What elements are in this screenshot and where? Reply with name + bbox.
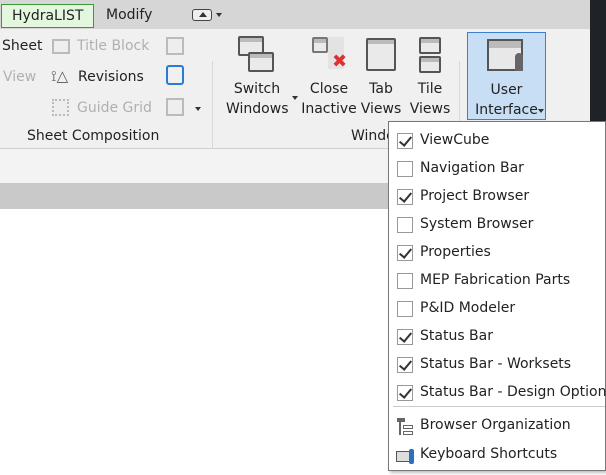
- chevron-down-icon[interactable]: [292, 96, 298, 100]
- chevron-down-icon[interactable]: [538, 109, 544, 113]
- menu-item-label: System Browser: [420, 216, 534, 232]
- user-interface-button[interactable]: User Interface: [467, 32, 546, 120]
- tab-views-button[interactable]: Tab Views: [360, 79, 402, 119]
- close-inactive-button[interactable]: Close Inactive: [300, 79, 358, 119]
- menu-separator: [393, 406, 605, 407]
- menu-item-label: Status Bar - Design Options: [420, 384, 606, 400]
- menu-item-status-bar-design-options[interactable]: Status Bar - Design Options: [389, 379, 606, 407]
- close-inactive-label-1: Close: [309, 81, 349, 97]
- title-block-button[interactable]: Title Block: [77, 38, 149, 54]
- minimize-ribbon-icon[interactable]: [192, 9, 212, 21]
- keyboard-shortcuts-icon: [395, 445, 415, 465]
- menu-item-browser-organization[interactable]: Browser Organization: [389, 412, 606, 440]
- checkbox[interactable]: [397, 273, 413, 289]
- menu-item-label: Navigation Bar: [420, 160, 524, 176]
- guide-grid-icon: [52, 99, 69, 116]
- checkbox[interactable]: [397, 357, 413, 373]
- checkbox[interactable]: [397, 217, 413, 233]
- revisions-icon: ⟟△: [51, 67, 69, 85]
- menu-item-status-bar[interactable]: Status Bar: [389, 323, 606, 351]
- view-reference-icon[interactable]: [166, 65, 184, 85]
- close-inactive-icon: ✖: [312, 37, 348, 73]
- menu-item-label: Status Bar - Worksets: [420, 356, 572, 372]
- menu-item-system-browser[interactable]: System Browser: [389, 211, 606, 239]
- menu-item-label: Keyboard Shortcuts: [420, 446, 558, 462]
- menu-item-label: Browser Organization: [420, 417, 571, 433]
- menu-item-label: Project Browser: [420, 188, 530, 204]
- menu-item-label: Status Bar: [420, 328, 494, 344]
- checkbox[interactable]: [397, 161, 413, 177]
- menu-item-viewcube[interactable]: ViewCube: [389, 127, 606, 155]
- menu-item-project-browser[interactable]: Project Browser: [389, 183, 606, 211]
- switch-windows-icon: [232, 33, 282, 73]
- menu-item-label: Properties: [420, 244, 491, 260]
- menu-item-mep-fabrication-parts[interactable]: MEP Fabrication Parts: [389, 267, 606, 295]
- switch-windows-label-1: Switch: [233, 81, 281, 97]
- revisions-button[interactable]: Revisions: [78, 69, 144, 85]
- checkbox[interactable]: [397, 133, 413, 149]
- tile-views-label-1: Tile: [417, 81, 443, 97]
- tile-views-icon: [419, 37, 441, 73]
- tab-hydralist[interactable]: HydraLIST: [1, 4, 95, 28]
- menu-item-status-bar-worksets[interactable]: Status Bar - Worksets: [389, 351, 606, 379]
- menu-item-label: MEP Fabrication Parts: [420, 272, 571, 288]
- tab-views-label-1: Tab: [369, 81, 393, 97]
- chevron-down-icon[interactable]: [195, 107, 201, 111]
- viewport-icon: [166, 98, 184, 116]
- switch-windows-label-2: Windows: [226, 101, 289, 117]
- user-interface-label-2: Interface: [475, 102, 538, 118]
- user-interface-label-1: User: [490, 82, 523, 98]
- menu-item-label: ViewCube: [420, 132, 490, 148]
- user-interface-icon: [487, 39, 523, 71]
- browser-organization-icon: [395, 416, 415, 436]
- menu-item-navigation-bar[interactable]: Navigation Bar: [389, 155, 606, 183]
- matchline-icon: [166, 37, 184, 55]
- switch-windows-button[interactable]: Switch Windows: [226, 79, 289, 119]
- menu-item-properties[interactable]: Properties: [389, 239, 606, 267]
- user-interface-dropdown-menu: ViewCube Navigation Bar Project Browser Sys…: [388, 121, 606, 471]
- sheet-button[interactable]: Sheet: [2, 38, 42, 54]
- checkbox[interactable]: [397, 189, 413, 205]
- checkbox[interactable]: [397, 245, 413, 261]
- view-button[interactable]: View: [3, 69, 36, 85]
- chevron-down-icon[interactable]: [216, 13, 222, 17]
- panel-title-sheet-composition: Sheet Composition: [27, 128, 160, 144]
- title-block-icon: [52, 39, 70, 54]
- checkbox[interactable]: [397, 385, 413, 401]
- tile-views-label-2: Views: [409, 101, 451, 117]
- menu-item-label: P&ID Modeler: [420, 300, 516, 316]
- guide-grid-button[interactable]: Guide Grid: [77, 100, 152, 116]
- checkbox[interactable]: [397, 301, 413, 317]
- menu-item-keyboard-shortcuts[interactable]: Keyboard Shortcuts: [389, 441, 606, 469]
- menu-item-p-id-modeler[interactable]: P&ID Modeler: [389, 295, 606, 323]
- close-inactive-label-2: Inactive: [301, 101, 357, 117]
- tab-views-label-2: Views: [360, 101, 402, 117]
- ribbon-tab-bar: HydraLIST Modify: [0, 0, 590, 29]
- tab-modify[interactable]: Modify: [96, 4, 162, 28]
- checkbox[interactable]: [397, 329, 413, 345]
- tab-views-icon: [366, 38, 396, 71]
- tile-views-button[interactable]: Tile Views: [408, 79, 452, 119]
